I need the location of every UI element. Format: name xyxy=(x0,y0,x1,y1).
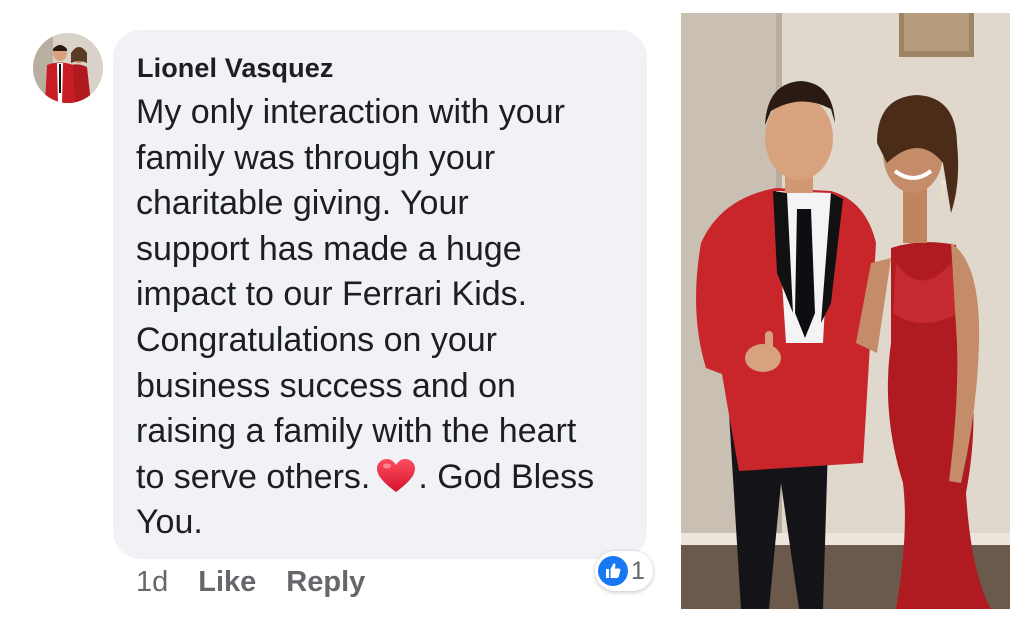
reaction-count: 1 xyxy=(631,556,645,585)
comment-line: You. xyxy=(136,503,203,542)
like-button[interactable]: Like xyxy=(198,566,256,599)
comment-line-text: . God Bless xyxy=(418,457,595,496)
comment-author-name[interactable]: Lionel Vasquez xyxy=(137,53,333,84)
red-heart-icon xyxy=(376,458,416,494)
comment-line: charitable giving. Your xyxy=(136,184,469,223)
comment-line: My only interaction with your xyxy=(136,93,565,131)
attached-photo[interactable] xyxy=(681,13,1010,609)
comment-line: business success and on xyxy=(136,366,516,405)
comment-text: My only interaction with your family was… xyxy=(136,90,636,546)
reaction-badge[interactable]: 1 xyxy=(595,551,653,591)
comment-screenshot: Lionel Vasquez My only interaction with … xyxy=(0,0,1024,623)
comment-timestamp[interactable]: 1d xyxy=(136,566,168,599)
reply-button[interactable]: Reply xyxy=(286,566,365,599)
comment-line: family was through your xyxy=(136,138,496,177)
comment-line: Congratulations on your xyxy=(136,320,498,359)
like-icon xyxy=(598,556,628,586)
avatar[interactable] xyxy=(33,33,103,103)
comment-line-text: to serve others. xyxy=(136,457,371,496)
comment-line: to serve others. . God Bless xyxy=(136,455,636,501)
comment-line: impact to our Ferrari Kids. xyxy=(136,275,528,314)
comment-actions: 1d Like Reply xyxy=(136,566,395,599)
comment-line: raising a family with the heart xyxy=(136,412,577,451)
comment-line: support has made a huge xyxy=(136,229,522,268)
